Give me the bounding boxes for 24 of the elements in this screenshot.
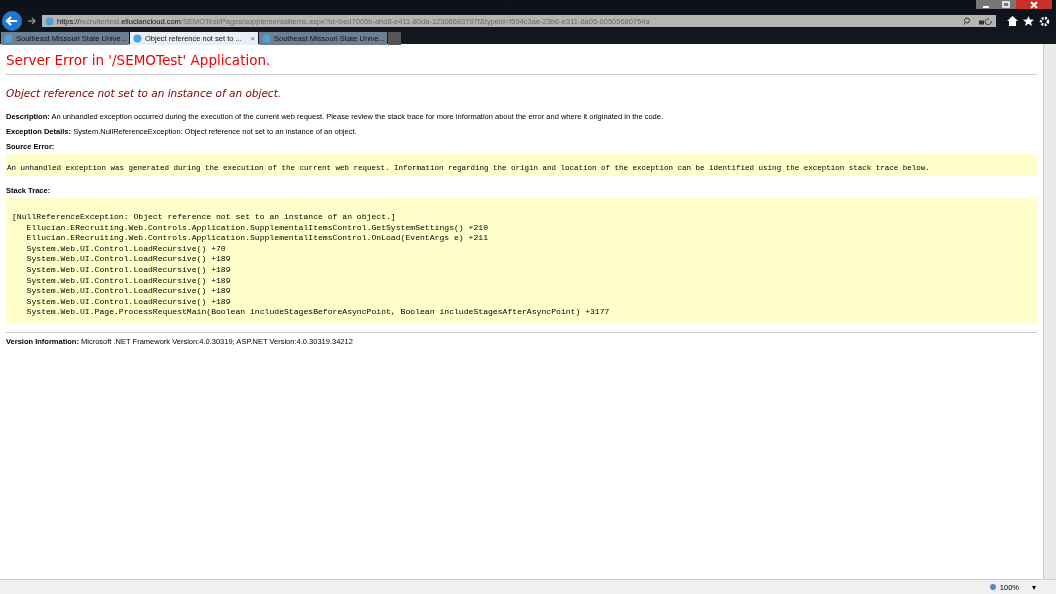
home-icon[interactable] [1007,16,1018,26]
stack-trace-line: System.Web.UI.Page.ProcessRequestMain(Boolean includeStagesBeforeAsyncPoint, Boolean includeStagesAfterAsyncPoint) +3177 [25,307,611,318]
scrollbar[interactable] [1043,44,1056,579]
stack-trace-line: [NullReferenceException: Object reference not set to an instance of an object.] [12,212,397,223]
error-subtitle: Object reference not set to an instance of an object. [6,87,283,99]
close-icon[interactable] [1016,0,1052,9]
stack-trace-line: System.Web.UI.Control.LoadRecursive() +189 [25,296,232,308]
error-title: Server Error in '/SEMOTest' Application. [6,52,272,68]
stack-trace-line: System.Web.UI.Control.LoadRecursive() +189 [25,264,232,276]
stack-trace-line: Ellucian.ERecruiting.Web.Controls.Application.SupplementalItemsControl.GetSystemSettings() +210 [25,222,489,234]
address-tools-icon[interactable] [963,17,993,25]
star-icon[interactable] [1023,16,1034,26]
minimize-icon[interactable] [976,0,996,9]
magnifier-icon [988,583,997,591]
maximize-icon[interactable] [996,0,1016,9]
stack-trace-line: System.Web.UI.Control.LoadRecursive() +189 [25,286,232,297]
settings-icon[interactable] [1039,15,1050,27]
stack-trace-line: System.Web.UI.Control.LoadRecursive() +189 [25,254,232,265]
stack-trace-line: System.Web.UI.Control.LoadRecursive() +70 [25,243,227,255]
close-tab-icon[interactable]: × [250,34,255,43]
back-icon[interactable] [2,11,22,31]
stack-trace-line: System.Web.UI.Control.LoadRecursive() +189 [25,275,232,287]
stack-trace-line: Ellucian.ERecruiting.Web.Controls.Application.SupplementalItemsControl.OnLoad(EventArgs e) +211 [25,233,489,244]
forward-icon[interactable] [27,16,37,26]
